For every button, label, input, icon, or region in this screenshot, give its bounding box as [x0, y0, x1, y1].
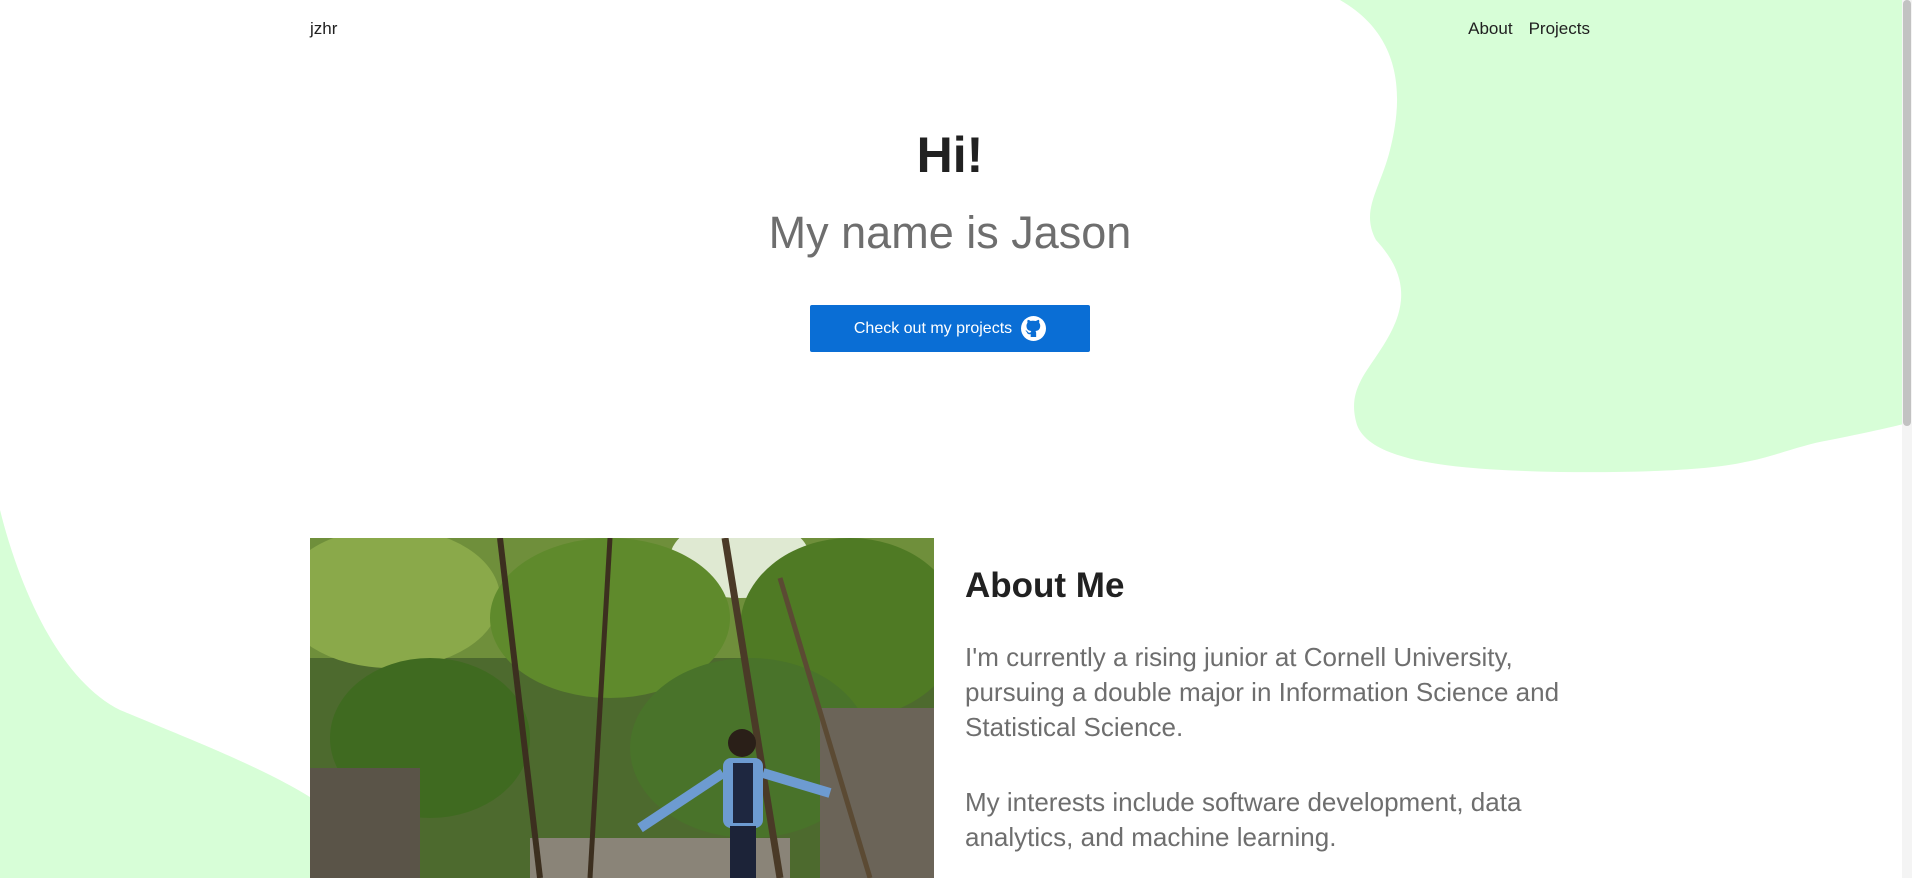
nav-link-projects[interactable]: Projects — [1529, 19, 1590, 39]
brand-logo[interactable]: jzhr — [310, 19, 337, 39]
nav-links: About Projects — [1468, 19, 1590, 39]
scrollbar[interactable] — [1902, 0, 1912, 878]
hero-section: Hi! My name is Jason Check out my projec… — [0, 115, 1900, 352]
navbar: jzhr About Projects — [310, 0, 1590, 58]
nav-link-about[interactable]: About — [1468, 19, 1512, 39]
cta-label: Check out my projects — [853, 319, 1013, 337]
about-heading: About Me — [965, 566, 1125, 605]
scrollbar-thumb[interactable] — [1903, 0, 1911, 426]
github-icon — [1021, 316, 1047, 341]
check-projects-button[interactable]: Check out my projects — [810, 305, 1090, 352]
profile-photo — [310, 538, 934, 878]
page: jzhr About Projects Hi! My name is Jason… — [0, 0, 1912, 878]
about-paragraph: My interests include software developmen… — [965, 787, 1522, 852]
about-text: About Me I'm currently a rising junior a… — [965, 562, 1590, 855]
hero-subtitle: My name is Jason — [768, 207, 1132, 258]
about-paragraph: I'm currently a rising junior at Cornell… — [965, 642, 1560, 742]
bottom-left-blob — [0, 510, 330, 878]
hero-title: Hi! — [916, 127, 984, 183]
